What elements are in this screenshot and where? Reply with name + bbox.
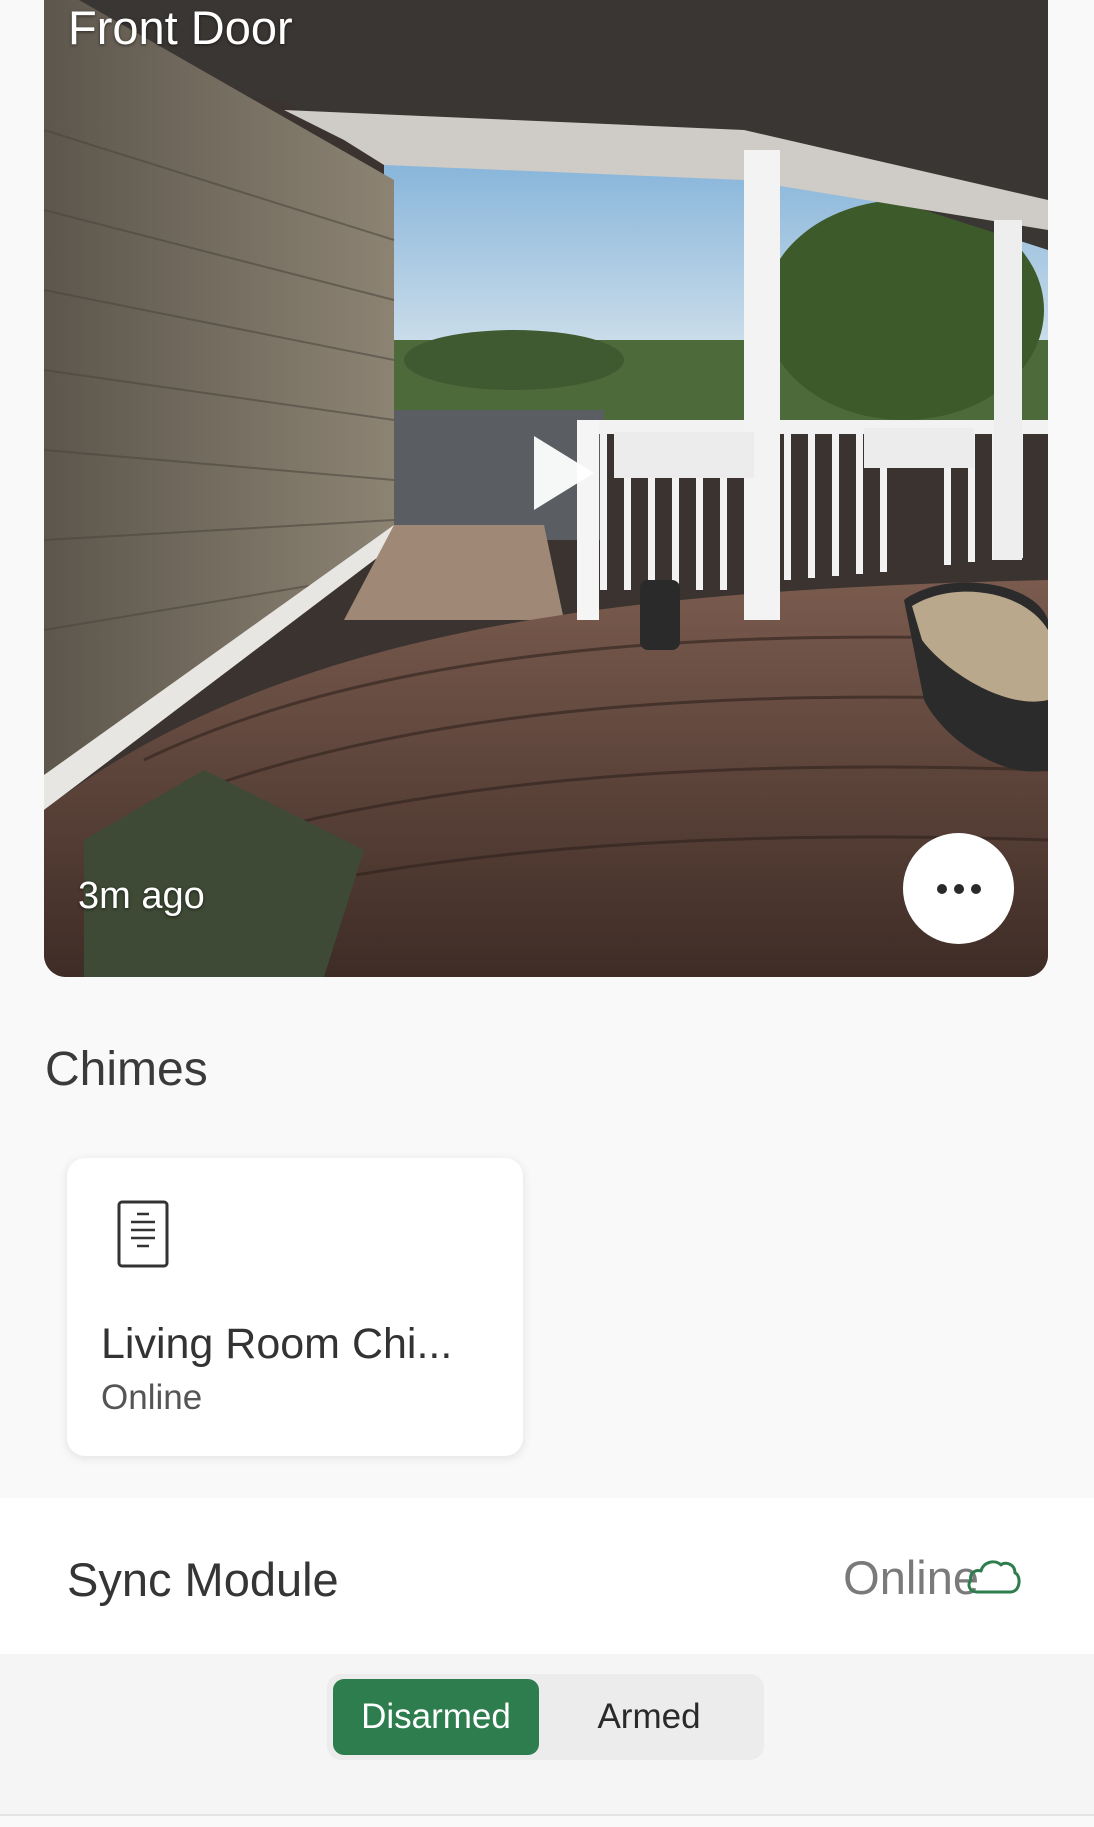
play-button[interactable] — [516, 428, 606, 518]
chime-status: Online — [101, 1378, 203, 1417]
sync-module-row[interactable]: Sync Module Online — [0, 1498, 1094, 1654]
chimes-heading: Chimes — [45, 1043, 208, 1096]
chime-device-icon — [117, 1200, 169, 1268]
camera-name: Front Door — [68, 1, 293, 54]
more-options-button[interactable] — [903, 833, 1014, 944]
disarmed-option[interactable]: Disarmed — [333, 1679, 539, 1755]
chime-card-living-room[interactable]: Living Room Chi... Online — [67, 1158, 523, 1456]
play-icon — [534, 436, 594, 510]
chime-name: Living Room Chi... — [101, 1320, 453, 1368]
ellipsis-icon — [936, 883, 981, 894]
arm-mode-segmented-control: Disarmed Armed — [327, 1674, 764, 1760]
cloud-icon — [967, 1560, 1021, 1594]
arm-mode-bar: Disarmed Armed — [0, 1654, 1094, 1814]
camera-thumbnail-card[interactable]: Front Door 3m ago — [44, 0, 1048, 977]
last-updated-label: 3m ago — [78, 875, 205, 917]
sync-module-label: Sync Module — [67, 1553, 339, 1606]
divider — [0, 1814, 1094, 1816]
armed-option[interactable]: Armed — [539, 1679, 759, 1755]
sync-module-status: Online — [843, 1551, 979, 1604]
